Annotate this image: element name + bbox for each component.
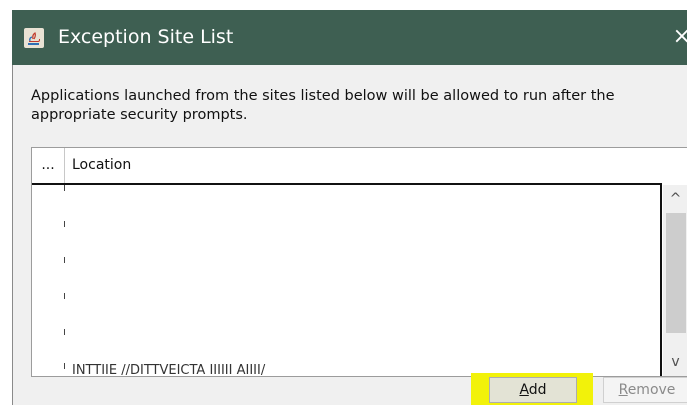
row-separator xyxy=(64,185,65,191)
row-separator xyxy=(64,363,65,369)
window-title: Exception Site List xyxy=(58,26,234,48)
exception-site-table: ... Location INTTIIE //DITTVEICTA IIIIII… xyxy=(31,147,687,377)
remove-button[interactable]: Remove xyxy=(603,377,687,403)
table-body[interactable]: INTTIIE //DITTVEICTA IIIIII AIIII/ xyxy=(32,185,662,376)
java-icon xyxy=(24,28,44,48)
screen: Exception Site List × Applications launc… xyxy=(0,0,687,405)
window-titlebar[interactable]: Exception Site List × xyxy=(12,10,687,65)
remove-button-label: emove xyxy=(627,382,676,398)
dialog-body: Applications launched from the sites lis… xyxy=(12,65,687,405)
vertical-scrollbar[interactable]: ^ v xyxy=(663,185,687,376)
column-header-location[interactable]: Location xyxy=(72,148,131,183)
add-button[interactable]: Add xyxy=(489,377,577,403)
scroll-up-icon[interactable]: ^ xyxy=(663,185,687,213)
add-button-mnemonic: A xyxy=(519,382,529,398)
table-row[interactable]: INTTIIE //DITTVEICTA IIIIII AIIII/ xyxy=(72,363,265,376)
row-separator xyxy=(64,329,65,335)
remove-button-mnemonic: R xyxy=(618,382,628,398)
row-separator xyxy=(64,293,65,299)
row-separator xyxy=(64,221,65,227)
add-button-label: dd xyxy=(528,382,547,398)
close-icon[interactable]: × xyxy=(673,24,687,50)
row-separator xyxy=(64,257,65,263)
column-header-select[interactable]: ... xyxy=(32,148,65,183)
scroll-down-icon[interactable]: v xyxy=(663,348,687,376)
table-header: ... Location xyxy=(32,148,662,185)
scroll-thumb[interactable] xyxy=(666,213,686,333)
dialog-description: Applications launched from the sites lis… xyxy=(31,88,615,123)
